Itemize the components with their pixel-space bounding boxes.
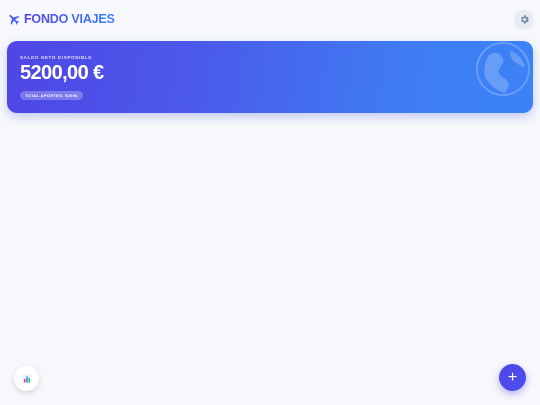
gear-icon <box>519 14 530 25</box>
add-button[interactable]: + <box>499 364 526 391</box>
app-page: FONDO VIAJES SALDO NETO DISPONIBLE 5200,… <box>0 0 540 405</box>
balance-amount: 5200,00 € <box>20 62 104 84</box>
settings-button[interactable] <box>515 10 533 28</box>
stats-button[interactable] <box>14 366 39 391</box>
app-header: FONDO VIAJES <box>7 8 533 30</box>
plus-icon: + <box>507 368 518 386</box>
app-title: FONDO VIAJES <box>24 12 115 26</box>
brand: FONDO VIAJES <box>7 12 115 26</box>
balance-label: SALDO NETO DISPONIBLE <box>20 55 92 60</box>
airplane-icon <box>7 12 21 26</box>
balance-card: SALDO NETO DISPONIBLE 5200,00 € TOTAL AP… <box>7 41 533 113</box>
contributions-badge: TOTAL APORTES: 5200€ <box>20 91 83 100</box>
bar-chart-icon <box>21 373 33 385</box>
globe-icon <box>475 41 531 97</box>
